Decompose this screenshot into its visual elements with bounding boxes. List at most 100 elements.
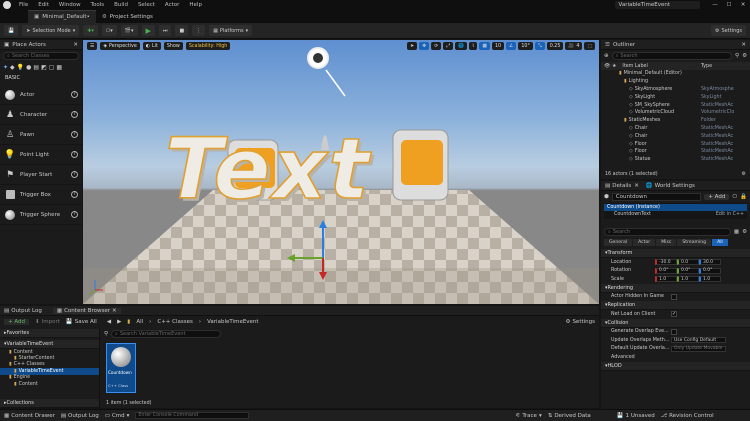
grid-snap-button[interactable]: ▦	[479, 42, 490, 50]
add-content-button[interactable]: ✚▾	[83, 25, 98, 36]
filter-actor[interactable]: Actor	[633, 239, 656, 246]
actor-name-field[interactable]: Countdown	[611, 193, 702, 201]
asset-search-input[interactable]: ⌕ Search VariableTimeEvent	[111, 330, 222, 338]
play-button[interactable]: ▶	[141, 25, 155, 36]
net-load-checkbox[interactable]: ✓	[671, 311, 677, 318]
outliner-search-input[interactable]: ⌕ Search	[611, 52, 733, 60]
menu-window[interactable]: Window	[59, 2, 81, 8]
volumes-category-icon[interactable]: ▢	[49, 64, 55, 71]
show-button[interactable]: Show	[163, 42, 183, 50]
filter-all[interactable]: All	[712, 239, 728, 246]
filter-icon[interactable]: ⚲	[104, 331, 108, 337]
section-transform[interactable]: ▾ Transform	[601, 249, 750, 258]
section-replication[interactable]: ▾ Replication	[601, 301, 750, 310]
outliner-row[interactable]: ▮ Minimal_Default (Editor)	[604, 70, 747, 78]
filter-streaming[interactable]: Streaming	[677, 239, 712, 246]
help-icon[interactable]: ?	[71, 191, 78, 198]
play-options-button[interactable]: ⋮	[192, 25, 206, 36]
details-search-input[interactable]: ⌕ Search	[604, 228, 731, 236]
help-icon[interactable]: ?	[71, 91, 78, 98]
skip-button[interactable]: ⏭	[158, 25, 172, 36]
menu-actor[interactable]: Actor	[165, 2, 179, 8]
stop-button[interactable]: ■	[175, 25, 189, 36]
camera-speed-button[interactable]: 🎥 4	[565, 42, 583, 50]
component-child[interactable]: CountdownText Edit in C++	[604, 211, 747, 218]
cinematics-button[interactable]: 🎬▾	[120, 25, 138, 36]
save-icon[interactable]: 💾	[4, 25, 19, 36]
asset-tile[interactable]: Countdown C++ Class	[106, 343, 136, 393]
unsaved-button[interactable]: 💾 1 Unsaved	[617, 413, 655, 419]
level-viewport[interactable]: Text ☰ ◈ Perspective ◐ Lit Show Scalabilit…	[83, 40, 599, 304]
help-icon[interactable]: ?	[71, 171, 78, 178]
property-matrix-icon[interactable]: ▦	[734, 229, 739, 235]
menu-help[interactable]: Help	[189, 2, 202, 8]
update-overlap-dropdown[interactable]: Use Config Default	[671, 337, 726, 344]
gear-icon[interactable]: ⚙	[742, 229, 747, 235]
search-classes-input[interactable]: ⌕ Search Classes	[3, 52, 79, 60]
scalability-button[interactable]: Scalability: High	[185, 42, 231, 50]
default-overlap-dropdown[interactable]: Only Update Movable	[671, 345, 726, 352]
close-icon[interactable]: ✕	[741, 42, 746, 48]
outliner-row[interactable]: ◇ Floor StaticMeshAc	[604, 140, 747, 148]
all-classes-category-icon[interactable]: ▦	[56, 64, 62, 71]
col-item-label[interactable]: Item Label	[622, 64, 647, 69]
rotate-mode-icon[interactable]: ⟳	[431, 42, 442, 50]
details-tab[interactable]: ▤ Details	[605, 183, 631, 189]
col-type[interactable]: Type	[701, 64, 747, 69]
help-icon[interactable]: ?	[71, 111, 78, 118]
menu-edit[interactable]: Edit	[38, 2, 49, 8]
output-log-tab[interactable]: ▤ Output Log	[4, 308, 42, 314]
list-item-pawn[interactable]: ♙ Pawn?	[0, 125, 82, 145]
lock-icon[interactable]: 🔒	[740, 194, 747, 200]
location-z[interactable]: 30.0	[699, 259, 721, 266]
hidden-in-game-checkbox[interactable]	[671, 293, 677, 300]
output-log-button[interactable]: ▤ Output Log	[61, 413, 99, 419]
add-filter-icon[interactable]: ⊕	[604, 53, 609, 59]
cb-save-all-button[interactable]: 💾 Save All	[66, 319, 97, 325]
scale-y[interactable]: 1.0	[677, 276, 699, 283]
list-item-trigger-sphere[interactable]: Trigger Sphere?	[0, 205, 82, 225]
component-root[interactable]: Countdown (Instance)	[604, 204, 747, 211]
breadcrumb-cpp[interactable]: C++ Classes	[157, 319, 193, 325]
gear-icon[interactable]: ⚙	[742, 53, 747, 59]
rotation-y[interactable]: 0.0°	[677, 267, 699, 274]
help-icon[interactable]: ?	[71, 211, 78, 218]
add-component-button[interactable]: + Add	[704, 194, 730, 200]
location-x[interactable]: -30.0	[655, 259, 677, 266]
favorites-section[interactable]: ▸ Favorites	[0, 329, 99, 338]
list-item-point-light[interactable]: 💡 Point Light?	[0, 145, 82, 165]
shapes-category-icon[interactable]: ●	[26, 64, 31, 71]
advanced-row[interactable]: Advanced	[601, 353, 750, 362]
close-button[interactable]: ✕	[736, 2, 750, 8]
visual-effects-category-icon[interactable]: ◩	[41, 64, 47, 71]
location-y[interactable]: 0.0	[677, 259, 699, 266]
close-icon[interactable]: ✕	[112, 308, 117, 314]
cinematic-category-icon[interactable]: ▤	[33, 64, 39, 71]
revision-control-button[interactable]: ⎇ Revision Control	[661, 413, 714, 419]
nav-back-icon[interactable]: ◀	[107, 319, 111, 325]
blueprint-icon[interactable]: ⎔	[732, 194, 737, 200]
filter-misc[interactable]: Misc	[656, 239, 677, 246]
blueprint-button[interactable]: ⎔▾	[101, 25, 117, 36]
menu-tools[interactable]: Tools	[91, 2, 105, 8]
minimize-button[interactable]: —	[708, 2, 722, 8]
rotation-snap-value[interactable]: 10°	[518, 42, 533, 50]
derived-data-button[interactable]: ⇅ Derived Data	[548, 413, 591, 419]
view-options-icon[interactable]: ⚙	[742, 171, 746, 177]
lit-button[interactable]: ◐ Lit	[142, 42, 161, 50]
basic-category-icon[interactable]: ◆	[10, 64, 15, 71]
cb-add-button[interactable]: + Add	[4, 319, 30, 325]
content-browser-tab[interactable]: ▦ Content Browser ✕	[52, 307, 121, 314]
cb-settings-button[interactable]: ⚙ Settings	[566, 319, 596, 325]
outliner-row[interactable]: ◇ SkyLight SkyLight	[604, 93, 747, 101]
grid-snap-value[interactable]: 10	[491, 42, 505, 50]
world-settings-tab[interactable]: 🌐 World Settings	[646, 183, 695, 189]
section-rendering[interactable]: ▾ Rendering	[601, 283, 750, 293]
recent-icon[interactable]: ✦	[3, 64, 8, 71]
section-collision[interactable]: ▾ Collision	[601, 318, 750, 328]
tab-project-settings[interactable]: ⚙ Project Settings	[96, 10, 159, 23]
rotation-z[interactable]: 0.0°	[699, 267, 721, 274]
maximize-viewport-icon[interactable]: ⬚	[584, 42, 595, 50]
project-section[interactable]: ▾ VariableTimeEvent	[0, 340, 99, 349]
platforms-dropdown[interactable]: ▦ Platforms ▾	[209, 25, 253, 36]
